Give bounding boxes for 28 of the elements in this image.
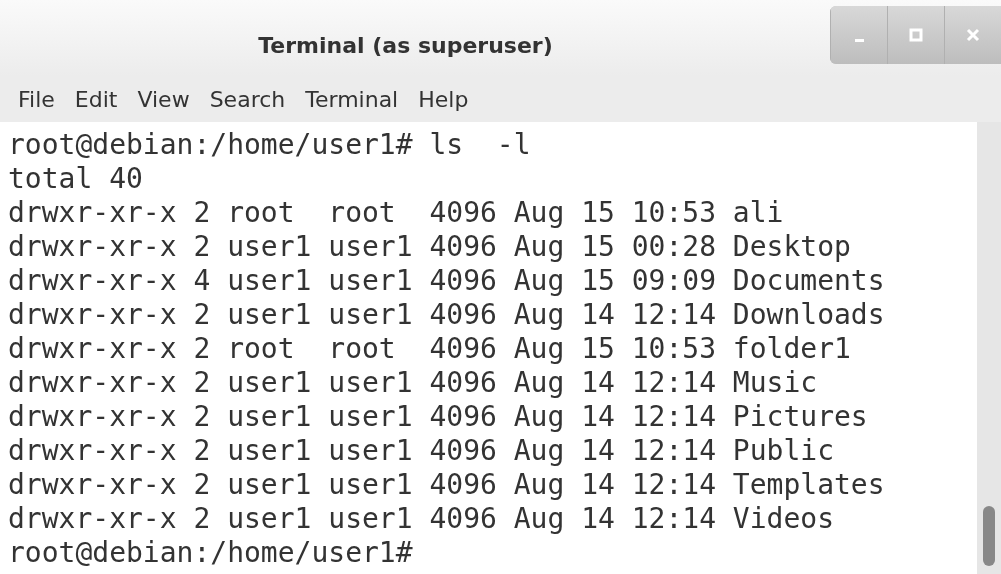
terminal-line: drwxr-xr-x 2 user1 user1 4096 Aug 15 00:28 Desktop [8, 230, 852, 264]
close-icon [965, 27, 981, 43]
terminal-line: root@debian:/home/user1# [8, 536, 414, 570]
close-button[interactable] [944, 6, 1001, 64]
terminal-line: root@debian:/home/user1# ls -l [8, 128, 532, 162]
menu-item[interactable]: File [8, 86, 65, 112]
menu-item[interactable]: Terminal [295, 86, 409, 112]
window-title: Terminal (as superuser) [258, 32, 553, 58]
minimize-icon [854, 38, 864, 42]
terminal-line: drwxr-xr-x 2 user1 user1 4096 Aug 14 12:14 Videos [8, 502, 835, 536]
maximize-button[interactable] [887, 6, 944, 64]
terminal-line: drwxr-xr-x 2 user1 user1 4096 Aug 14 12:14 Templates [8, 468, 886, 502]
menu-item[interactable]: View [127, 86, 200, 112]
scrollbar-thumb[interactable] [983, 506, 995, 566]
terminal-line: drwxr-xr-x 4 user1 user1 4096 Aug 15 09:09 Documents [8, 264, 886, 298]
terminal-line: drwxr-xr-x 2 user1 user1 4096 Aug 14 12:14 Music [8, 366, 819, 400]
terminal-line: drwxr-xr-x 2 user1 user1 4096 Aug 14 12:14 Pictures [8, 400, 869, 434]
scrollbar[interactable] [977, 122, 1001, 574]
terminal-line: drwxr-xr-x 2 root root 4096 Aug 15 10:53 folder1 [8, 332, 852, 366]
maximize-icon [908, 27, 924, 43]
terminal-line: drwxr-xr-x 2 user1 user1 4096 Aug 14 12:14 Public [8, 434, 835, 468]
terminal-line: total 40 [8, 162, 144, 196]
menu-item[interactable]: Help [408, 86, 479, 112]
terminal-line: drwxr-xr-x 2 user1 user1 4096 Aug 14 12:14 Downloads [8, 298, 886, 332]
terminal-line: drwxr-xr-x 2 root root 4096 Aug 15 10:53 ali [8, 196, 785, 230]
menu-item[interactable]: Edit [64, 86, 128, 112]
menu-item[interactable]: Search [199, 86, 296, 112]
minimize-button[interactable] [830, 6, 887, 64]
